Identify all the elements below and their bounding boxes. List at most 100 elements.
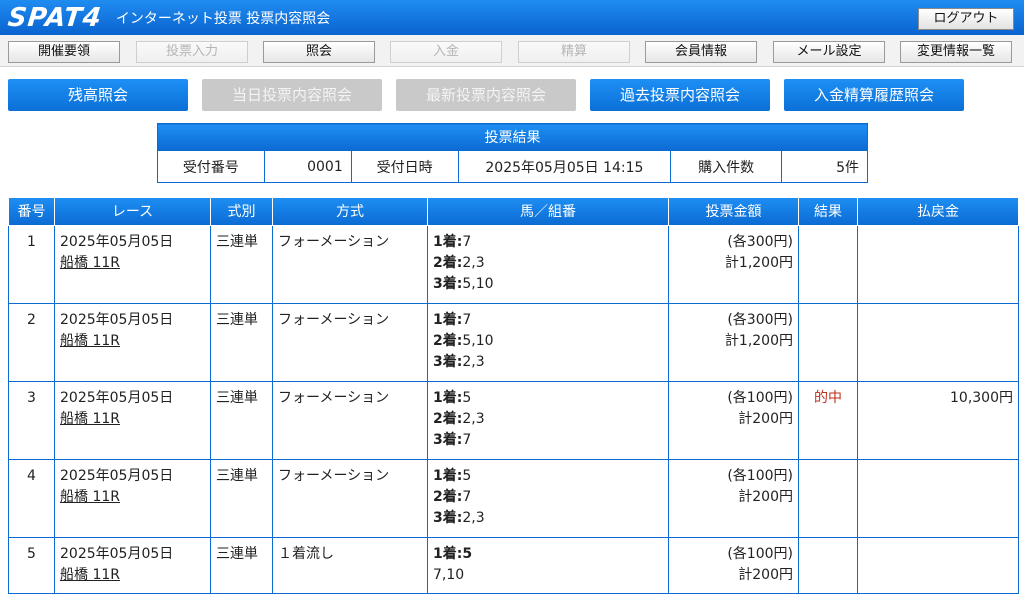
- race-link[interactable]: 船橋 11R: [60, 331, 205, 352]
- amount-total: 計1,200円: [724, 332, 793, 349]
- nav-changes-button[interactable]: 変更情報一覧: [900, 41, 1012, 63]
- payout-cell: [857, 458, 1019, 538]
- race-date: 2025年05月05日: [60, 389, 174, 406]
- balance-inquiry-button[interactable]: 残高照会: [8, 79, 188, 111]
- datetime-label: 受付日時: [350, 150, 459, 183]
- payout-cell: 10,300円: [857, 380, 1019, 460]
- col-header-payout: 払戻金: [857, 198, 1019, 226]
- amount-cell: (各100円) 計200円: [668, 536, 799, 594]
- count-label: 購入件数: [670, 150, 783, 183]
- col-header-type: 式別: [210, 198, 273, 226]
- race-date: 2025年05月05日: [60, 311, 174, 328]
- race-date: 2025年05月05日: [60, 233, 174, 250]
- app-header: SPAT4 インターネット投票 投票内容照会 ログアウト: [0, 0, 1024, 35]
- spat4-logo: SPAT4: [6, 2, 104, 33]
- table-row: 2 2025年05月05日 船橋 11R 三連単 フォーメーション 1着:7 2…: [8, 302, 1019, 382]
- race-date: 2025年05月05日: [60, 545, 174, 562]
- logout-button[interactable]: ログアウト: [918, 8, 1014, 30]
- third-label: 3着:: [433, 431, 463, 448]
- count-value: 5件: [781, 150, 868, 183]
- row-no: 3: [8, 380, 55, 460]
- combination-cell: 1着:7 2着:5,10 3着:2,3: [427, 302, 669, 382]
- third-horses: 2,3: [462, 353, 485, 370]
- nav-kaisai-button[interactable]: 開催要領: [8, 41, 120, 63]
- amount-each: (各300円): [727, 311, 793, 328]
- third-label: 3着:: [433, 353, 463, 370]
- nav-deposit-button: 入金: [390, 41, 502, 63]
- bet-type: 三連単: [210, 458, 273, 538]
- amount-total: 計1,200円: [724, 254, 793, 271]
- payout-cell: [857, 536, 1019, 594]
- race-cell: 2025年05月05日 船橋 11R: [54, 224, 211, 304]
- nav-inquiry-button[interactable]: 照会: [263, 41, 375, 63]
- amount-cell: (各100円) 計200円: [668, 380, 799, 460]
- first-label: 1着:: [433, 467, 463, 484]
- row-no: 1: [8, 224, 55, 304]
- first-horses: 7: [462, 233, 472, 250]
- amount-cell: (各100円) 計200円: [668, 458, 799, 538]
- first-horses: 5: [462, 467, 472, 484]
- amount-total: 計200円: [738, 566, 793, 583]
- race-link[interactable]: 船橋 11R: [60, 409, 205, 430]
- row-no: 2: [8, 302, 55, 382]
- amount-each: (各100円): [727, 545, 793, 562]
- bet-method: １着流し: [272, 536, 428, 594]
- combination-cell: 1着:5 2着:2,3 3着:7: [427, 380, 669, 460]
- third-horses: 2,3: [462, 509, 485, 526]
- race-link[interactable]: 船橋 11R: [60, 565, 205, 586]
- amount-cell: (各300円) 計1,200円: [668, 224, 799, 304]
- amount-each: (各100円): [727, 389, 793, 406]
- payout-cell: [857, 224, 1019, 304]
- amount-total: 計200円: [738, 410, 793, 427]
- payout-cell: [857, 302, 1019, 382]
- receipt-label: 受付番号: [157, 150, 265, 183]
- third-label: 3着:: [433, 275, 463, 292]
- nav-settle-button: 精算: [518, 41, 630, 63]
- race-link[interactable]: 船橋 11R: [60, 253, 205, 274]
- table-header-row: 番号 レース 式別 方式 馬／組番 投票金額 結果 払戻金: [8, 198, 1019, 226]
- amount-total: 計200円: [738, 488, 793, 505]
- main-nav: 開催要領 投票入力 照会 入金 精算 会員情報 メール設定 変更情報一覧: [0, 35, 1024, 67]
- second-horses: 2,3: [462, 254, 485, 271]
- col-header-result: 結果: [798, 198, 858, 226]
- second-label: 2着:: [433, 332, 463, 349]
- race-cell: 2025年05月05日 船橋 11R: [54, 458, 211, 538]
- first-label: 1着:: [433, 233, 463, 250]
- nav-vote-input-button: 投票入力: [136, 41, 248, 63]
- race-link[interactable]: 船橋 11R: [60, 487, 205, 508]
- today-vote-inquiry-button: 当日投票内容照会: [202, 79, 382, 111]
- third-label: 3着:: [433, 509, 463, 526]
- second-horses: 7: [462, 488, 472, 505]
- deposit-history-button[interactable]: 入金精算履歴照会: [784, 79, 964, 111]
- summary-title: 投票結果: [157, 123, 868, 151]
- col-header-race: レース: [54, 198, 211, 226]
- second-label: 2着:: [433, 410, 463, 427]
- result-cell: 的中: [798, 380, 858, 460]
- race-cell: 2025年05月05日 船橋 11R: [54, 380, 211, 460]
- bet-type: 三連単: [210, 302, 273, 382]
- page-title: インターネット投票 投票内容照会: [115, 10, 331, 27]
- table-row: 4 2025年05月05日 船橋 11R 三連単 フォーメーション 1着:5 2…: [8, 458, 1019, 538]
- nav-member-button[interactable]: 会員情報: [645, 41, 757, 63]
- receipt-value: 0001: [263, 150, 352, 183]
- bet-type: 三連単: [210, 380, 273, 460]
- combination-cell: 1着:5 2着:7 3着:2,3: [427, 458, 669, 538]
- result-cell: [798, 302, 858, 382]
- nav-mail-button[interactable]: メール設定: [773, 41, 885, 63]
- first-label: 1着:: [433, 389, 463, 406]
- table-row: 5 2025年05月05日 船橋 11R 三連単 １着流し 1着:5 7,10 …: [8, 536, 1019, 594]
- row-no: 5: [8, 536, 55, 594]
- col-header-combination: 馬／組番: [427, 198, 669, 226]
- amount-cell: (各300円) 計1,200円: [668, 302, 799, 382]
- second-label: 2着:: [433, 254, 463, 271]
- first-horses: 7: [462, 311, 472, 328]
- third-horses: 7: [462, 431, 472, 448]
- third-horses: 5,10: [462, 275, 494, 292]
- past-vote-inquiry-button[interactable]: 過去投票内容照会: [590, 79, 770, 111]
- col-header-no: 番号: [8, 198, 55, 226]
- first-horses: 5: [462, 389, 472, 406]
- datetime-value: 2025年05月05日 14:15: [457, 150, 672, 183]
- race-date: 2025年05月05日: [60, 467, 174, 484]
- other-horses: 7,10: [433, 566, 465, 583]
- bet-method: フォーメーション: [272, 224, 428, 304]
